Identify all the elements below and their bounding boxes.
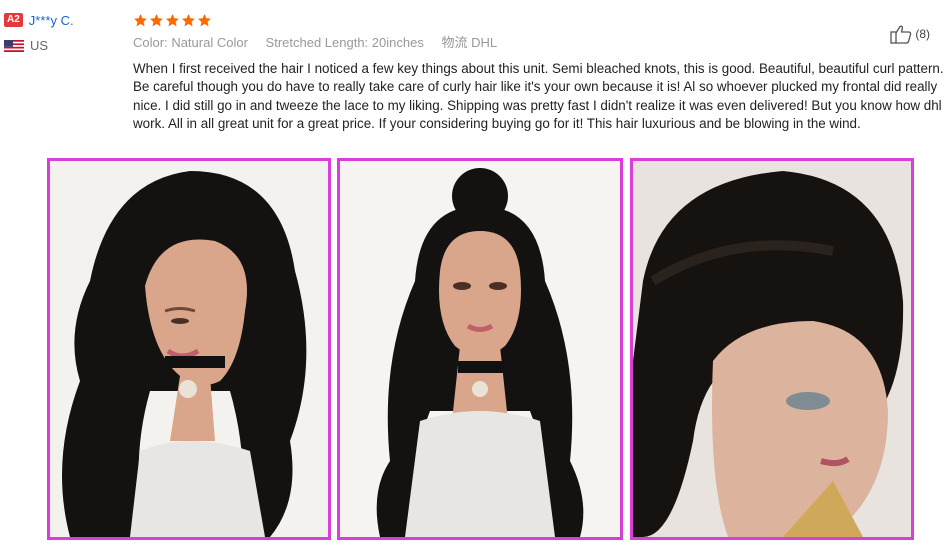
review-photo-1[interactable] [47,158,331,540]
star-icon [150,13,163,26]
review-body: Color: Natural Color Stretched Length: 2… [133,10,945,133]
star-rating [133,10,945,30]
review-photo-2[interactable] [337,158,623,540]
attr-color-value: Natural Color [171,35,248,50]
level-badge: A2 [4,13,23,27]
review-photo-3[interactable] [630,158,914,540]
helpful-count: (8) [915,27,930,41]
star-icon [166,13,179,26]
wig-mannequin-closeup-icon [633,161,911,537]
star-icon [134,13,147,26]
review-text: When I first received the hair I noticed… [133,61,944,131]
reviewer-country-row: US [4,38,124,53]
review-attributes: Color: Natural Color Stretched Length: 2… [133,34,945,52]
reviewer-name: J***y C. [28,12,74,28]
reviewer-name-row: A2 J***y C. [4,10,124,30]
star-icon [182,13,195,26]
wig-mannequin-front-icon [340,161,620,537]
wig-mannequin-side-icon [50,161,328,537]
us-flag-icon [4,39,24,52]
attr-length-key: Stretched Length: [265,35,369,50]
attr-length-value: 20inches [371,35,424,50]
attr-color-key: Color: [133,35,168,50]
thumbs-up-icon [890,25,912,44]
attr-shipping-value: 物流 DHL [441,35,498,50]
reviewer-country: US [30,38,49,53]
star-icon [198,13,211,26]
helpful-button[interactable]: (8) [890,24,930,44]
reviewer-info: A2 J***y C. US [4,10,124,53]
